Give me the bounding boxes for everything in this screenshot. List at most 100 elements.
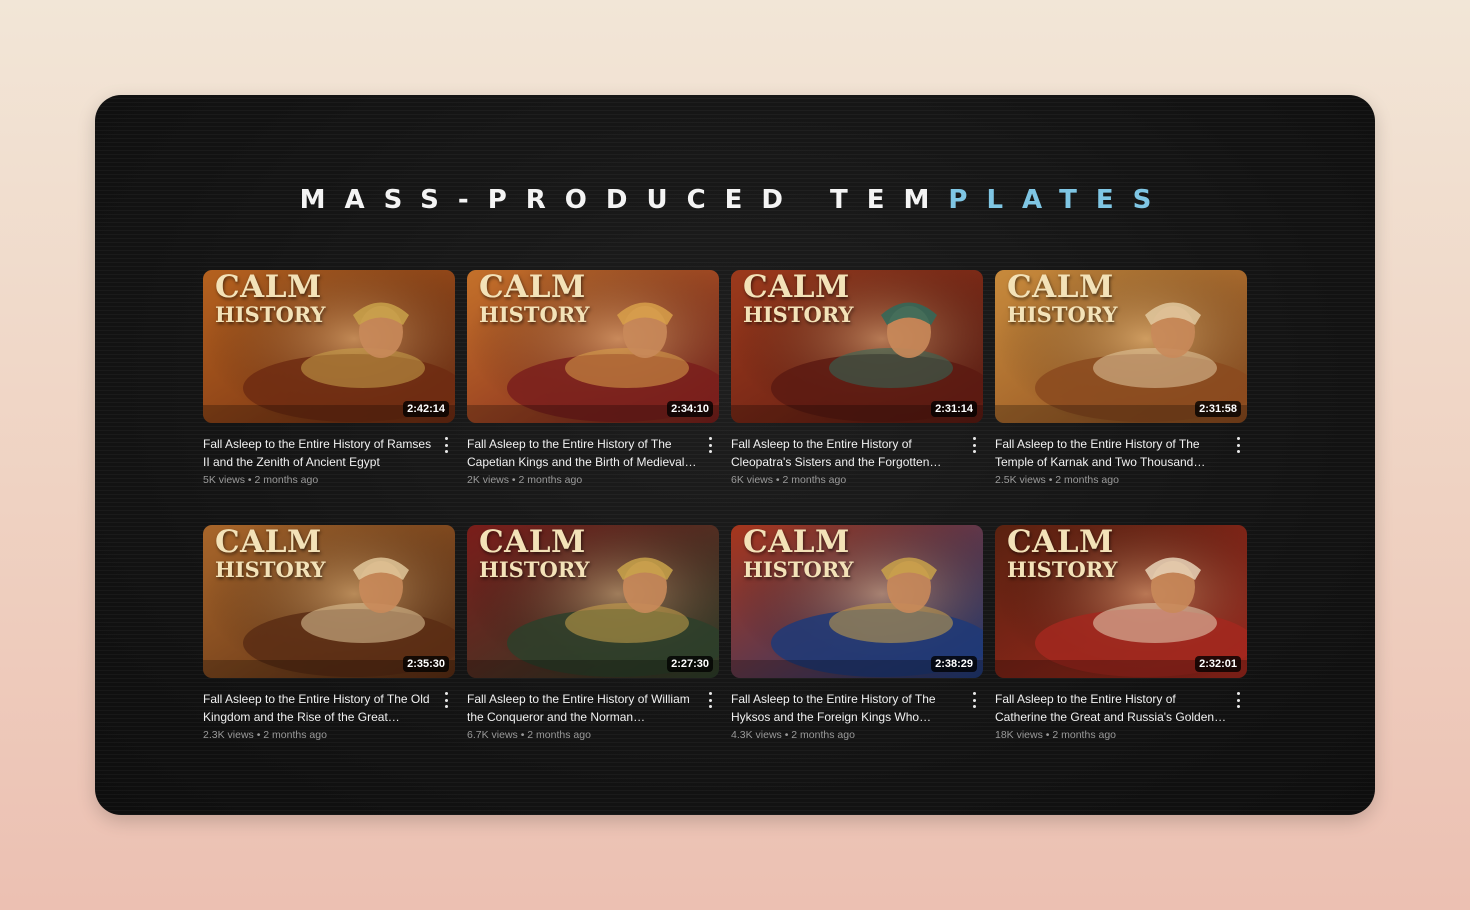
thumbnail-brand-text: CALM HISTORY [743, 525, 854, 582]
video-thumbnail[interactable]: CALM HISTORY 2:35:30 [203, 525, 455, 678]
video-stats: 2.3K views • 2 months ago [203, 729, 327, 741]
video-stats: 6.7K views • 2 months ago [467, 729, 591, 741]
duration-badge: 2:34:10 [667, 401, 713, 417]
duration-badge: 2:35:30 [403, 656, 449, 672]
upload-age: 2 months ago [782, 474, 847, 486]
headline-blue-part: PLATES [948, 185, 1171, 215]
thumbnail-brand-text: CALM HISTORY [1007, 270, 1118, 327]
upload-age: 2 months ago [254, 474, 319, 486]
video-card[interactable]: CALM HISTORY 2:35:30 Fall Asleep to the E… [203, 525, 455, 749]
brand-line-calm: CALM [1007, 525, 1114, 560]
duration-badge: 2:31:58 [1195, 401, 1241, 417]
thumbnail-brand-text: CALM HISTORY [215, 525, 326, 582]
upload-age: 2 months ago [1052, 729, 1117, 741]
upload-age: 2 months ago [263, 729, 327, 741]
duration-badge: 2:38:29 [931, 656, 977, 672]
duration-badge: 2:32:01 [1195, 656, 1241, 672]
video-title[interactable]: Fall Asleep to the Entire History of Wil… [467, 690, 699, 726]
video-stats: 18K views • 2 months ago [995, 729, 1117, 741]
video-stats: 4.3K views • 2 months ago [731, 729, 855, 741]
video-card[interactable]: CALM HISTORY 2:31:58 Fall Asleep to the E… [995, 270, 1247, 494]
video-title[interactable]: Fall Asleep to the Entire History of Ram… [203, 435, 435, 471]
brand-line-history: HISTORY [479, 302, 590, 327]
brand-line-history: HISTORY [215, 302, 326, 327]
video-meta: Fall Asleep to the Entire History of The… [203, 678, 455, 741]
brand-line-calm: CALM [479, 270, 586, 305]
video-thumbnail[interactable]: CALM HISTORY 2:27:30 [467, 525, 719, 678]
video-thumbnail[interactable]: CALM HISTORY 2:38:29 [731, 525, 983, 678]
view-count: 18K views [995, 729, 1043, 741]
upload-age: 2 months ago [1055, 474, 1119, 486]
brand-line-history: HISTORY [215, 557, 326, 582]
video-stats: 2.5K views • 2 months ago [995, 474, 1119, 486]
video-thumbnail[interactable]: CALM HISTORY 2:42:14 [203, 270, 455, 423]
view-count: 2.3K views [203, 729, 254, 741]
brand-line-calm: CALM [215, 270, 322, 305]
brand-line-history: HISTORY [743, 557, 854, 582]
video-title[interactable]: Fall Asleep to the Entire History of Cat… [995, 690, 1227, 726]
video-thumbnail[interactable]: CALM HISTORY 2:31:14 [731, 270, 983, 423]
thumbnail-brand-text: CALM HISTORY [1007, 525, 1118, 582]
brand-line-history: HISTORY [1007, 557, 1118, 582]
video-stats: 6K views • 2 months ago [731, 474, 847, 486]
brand-line-calm: CALM [479, 525, 586, 560]
upload-age: 2 months ago [791, 729, 855, 741]
video-stats: 5K views • 2 months ago [203, 474, 319, 486]
brand-line-history: HISTORY [1007, 302, 1118, 327]
more-options-icon[interactable] [1233, 437, 1243, 453]
duration-badge: 2:31:14 [931, 401, 977, 417]
video-meta: Fall Asleep to the Entire History of The… [995, 423, 1247, 486]
video-meta: Fall Asleep to the Entire History of Cat… [995, 678, 1247, 741]
more-options-icon[interactable] [969, 692, 979, 708]
video-card[interactable]: CALM HISTORY 2:38:29 Fall Asleep to the E… [731, 525, 983, 749]
video-card[interactable]: CALM HISTORY 2:32:01 Fall Asleep to the E… [995, 525, 1247, 749]
video-meta: Fall Asleep to the Entire History of The… [731, 678, 983, 741]
video-title[interactable]: Fall Asleep to the Entire History of Cle… [731, 435, 963, 471]
view-count: 6.7K views [467, 729, 518, 741]
brand-line-history: HISTORY [743, 302, 854, 327]
video-thumbnail[interactable]: CALM HISTORY 2:31:58 [995, 270, 1247, 423]
video-card[interactable]: CALM HISTORY 2:42:14 Fall Asleep to the E… [203, 270, 455, 494]
headline: MASS-PRODUCED TEMPLATES [95, 185, 1375, 215]
duration-badge: 2:27:30 [667, 656, 713, 672]
video-title[interactable]: Fall Asleep to the Entire History of The… [995, 435, 1227, 471]
more-options-icon[interactable] [969, 437, 979, 453]
video-title[interactable]: Fall Asleep to the Entire History of The… [731, 690, 963, 726]
view-count: 4.3K views [731, 729, 782, 741]
thumbnail-brand-text: CALM HISTORY [479, 270, 590, 327]
more-options-icon[interactable] [1233, 692, 1243, 708]
view-count: 2.5K views [995, 474, 1046, 486]
video-title[interactable]: Fall Asleep to the Entire History of The… [467, 435, 699, 471]
brand-line-calm: CALM [743, 525, 850, 560]
thumbnail-brand-text: CALM HISTORY [479, 525, 590, 582]
video-grid: CALM HISTORY 2:42:14 Fall Asleep to the E… [203, 270, 1247, 749]
headline-white-part: MASS-PRODUCED TEM [299, 185, 949, 215]
video-meta: Fall Asleep to the Entire History of Cle… [731, 423, 983, 486]
more-options-icon[interactable] [705, 437, 715, 453]
brand-line-history: HISTORY [479, 557, 590, 582]
thumbnail-brand-text: CALM HISTORY [215, 270, 326, 327]
view-count: 2K views [467, 474, 510, 486]
brand-line-calm: CALM [743, 270, 850, 305]
slide-card: MASS-PRODUCED TEMPLATES CALM HISTORY 2:42… [95, 95, 1375, 815]
view-count: 6K views [731, 474, 774, 486]
video-card[interactable]: CALM HISTORY 2:31:14 Fall Asleep to the E… [731, 270, 983, 494]
more-options-icon[interactable] [441, 692, 451, 708]
video-card[interactable]: CALM HISTORY 2:34:10 Fall Asleep to the E… [467, 270, 719, 494]
duration-badge: 2:42:14 [403, 401, 449, 417]
more-options-icon[interactable] [705, 692, 715, 708]
video-card[interactable]: CALM HISTORY 2:27:30 Fall Asleep to the E… [467, 525, 719, 749]
upload-age: 2 months ago [527, 729, 591, 741]
brand-line-calm: CALM [215, 525, 322, 560]
video-meta: Fall Asleep to the Entire History of Ram… [203, 423, 455, 486]
video-title[interactable]: Fall Asleep to the Entire History of The… [203, 690, 435, 726]
video-stats: 2K views • 2 months ago [467, 474, 583, 486]
brand-line-calm: CALM [1007, 270, 1114, 305]
more-options-icon[interactable] [441, 437, 451, 453]
thumbnail-brand-text: CALM HISTORY [743, 270, 854, 327]
video-thumbnail[interactable]: CALM HISTORY 2:34:10 [467, 270, 719, 423]
video-meta: Fall Asleep to the Entire History of Wil… [467, 678, 719, 741]
video-thumbnail[interactable]: CALM HISTORY 2:32:01 [995, 525, 1247, 678]
video-meta: Fall Asleep to the Entire History of The… [467, 423, 719, 486]
upload-age: 2 months ago [518, 474, 583, 486]
